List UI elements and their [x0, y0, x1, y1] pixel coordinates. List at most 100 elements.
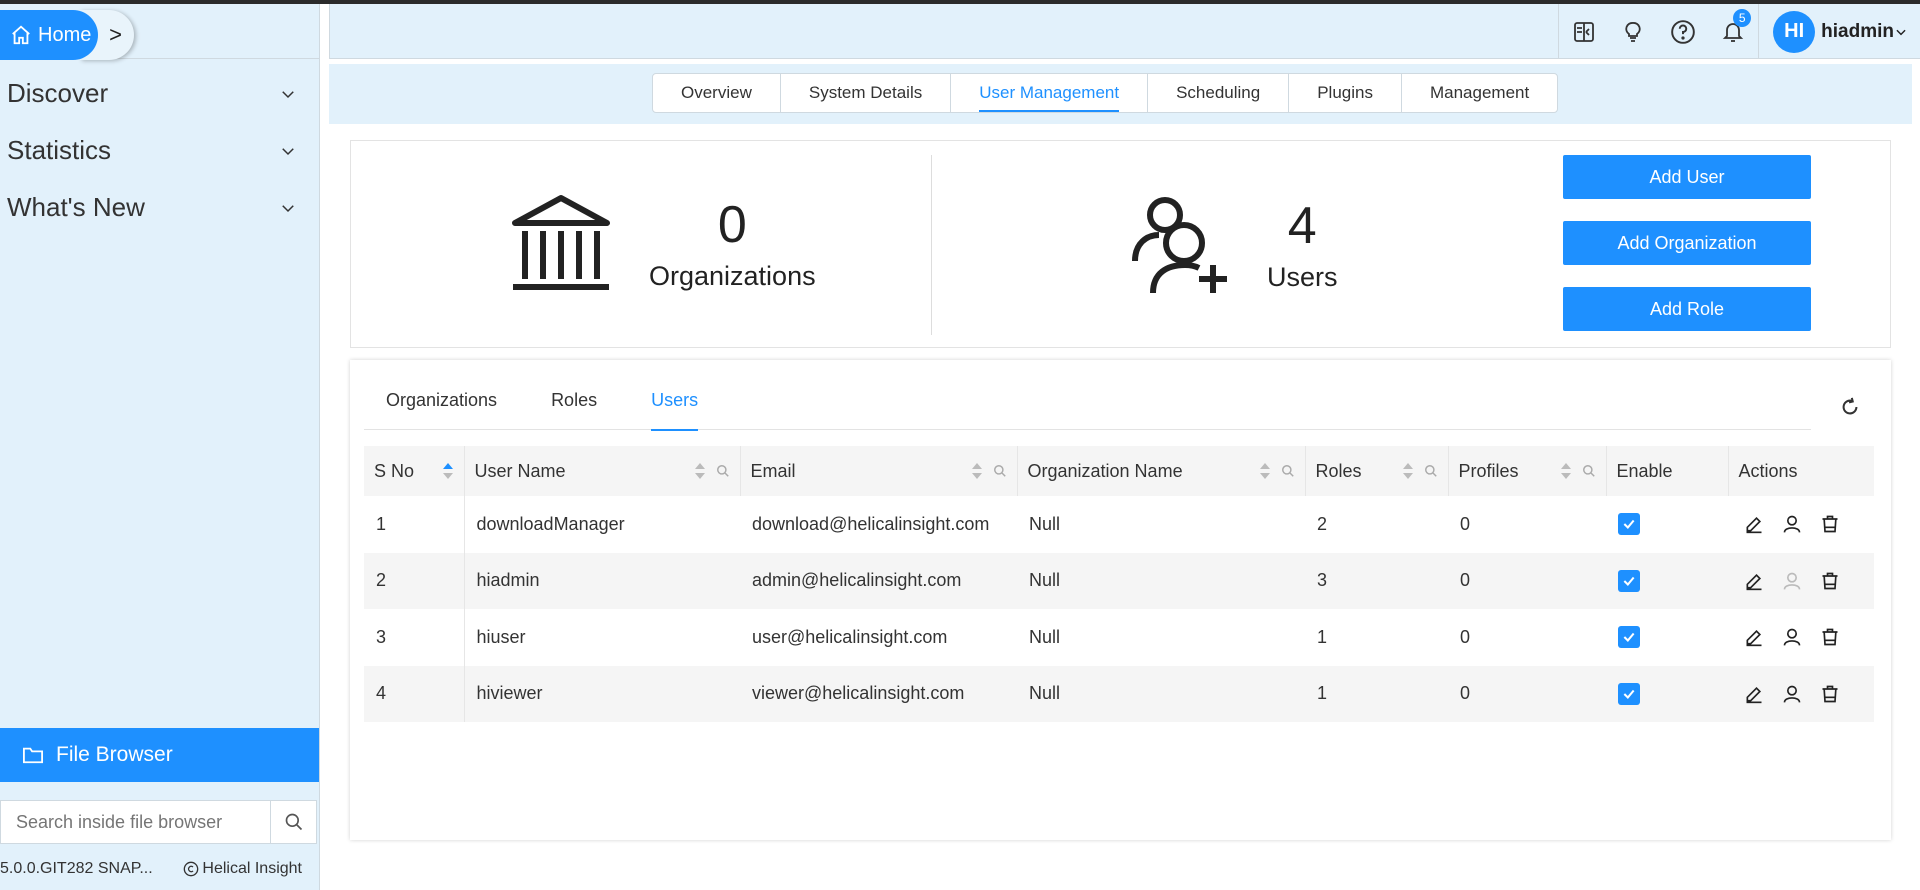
- sidebar: Home > Discover Statistics What's New Fi…: [0, 4, 320, 890]
- user-profile-button[interactable]: [1782, 684, 1802, 704]
- column-header-enable: Enable: [1606, 446, 1729, 496]
- tab-label: Management: [1429, 83, 1530, 102]
- file-browser-button[interactable]: File Browser: [0, 728, 319, 782]
- refresh-button[interactable]: [1839, 396, 1861, 423]
- subtab-label: Roles: [551, 390, 598, 410]
- panel-toggle-button[interactable]: [1558, 4, 1608, 59]
- column-header-username[interactable]: User Name: [464, 446, 741, 496]
- sidebar-item-statistics[interactable]: Statistics: [0, 122, 319, 179]
- check-icon: [1623, 689, 1635, 699]
- user-icon: [1783, 685, 1801, 703]
- delete-user-button[interactable]: [1820, 571, 1840, 591]
- column-header-sno[interactable]: S No: [364, 446, 465, 496]
- tab-plugins[interactable]: Plugins: [1289, 74, 1402, 112]
- delete-user-button[interactable]: [1820, 627, 1840, 647]
- file-browser-search-button[interactable]: [270, 801, 316, 843]
- institution-icon: [512, 195, 610, 290]
- edit-user-button[interactable]: [1744, 684, 1764, 704]
- sidebar-item-discover[interactable]: Discover: [0, 65, 319, 122]
- edit-user-button[interactable]: [1744, 571, 1764, 591]
- enable-checkbox[interactable]: [1618, 513, 1640, 536]
- sort-icon[interactable]: [1560, 462, 1572, 480]
- cell-sno: 4: [364, 665, 465, 722]
- tab-user-management[interactable]: User Management: [951, 74, 1149, 112]
- edit-user-button[interactable]: [1744, 627, 1764, 647]
- tab-scheduling[interactable]: Scheduling: [1148, 74, 1290, 112]
- sidebar-item-label: Statistics: [7, 135, 112, 165]
- search-icon: [285, 813, 302, 831]
- subtab-users[interactable]: Users: [629, 382, 720, 431]
- tab-management[interactable]: Management: [1402, 74, 1557, 112]
- tab-label: Plugins: [1317, 83, 1373, 102]
- subtab-label: Users: [651, 390, 699, 410]
- column-header-organization[interactable]: Organization Name: [1017, 446, 1306, 496]
- trash-icon: [1822, 685, 1838, 703]
- home-button[interactable]: Home: [0, 10, 98, 60]
- users-label: Users: [1267, 261, 1338, 292]
- chevron-down-icon: [1896, 29, 1906, 35]
- sort-icon[interactable]: [694, 462, 706, 480]
- user-icon: [1783, 628, 1801, 646]
- notifications-button[interactable]: 5: [1708, 4, 1758, 59]
- sort-icon[interactable]: [1402, 462, 1414, 480]
- header-label: Enable: [1616, 460, 1673, 481]
- breadcrumb: Home >: [0, 4, 319, 60]
- cell-username: hiuser: [476, 626, 526, 647]
- column-header-roles[interactable]: Roles: [1305, 446, 1449, 496]
- cell-username: hiadmin: [464, 552, 740, 609]
- delete-user-button[interactable]: [1820, 684, 1840, 704]
- user-profile-button-disabled: [1782, 571, 1802, 591]
- enable-checkbox[interactable]: [1618, 682, 1640, 705]
- edit-user-button[interactable]: [1744, 514, 1764, 534]
- file-browser-search-input[interactable]: [1, 801, 270, 843]
- tab-label: Scheduling: [1176, 83, 1261, 102]
- search-icon[interactable]: [1424, 464, 1438, 478]
- home-label: Home: [38, 23, 92, 46]
- user-icon: [1783, 572, 1801, 590]
- user-menu[interactable]: HI hiadmin: [1758, 4, 1920, 59]
- sort-icon[interactable]: [1259, 462, 1271, 480]
- cell-organization: Null: [1017, 665, 1305, 722]
- help-button[interactable]: [1658, 4, 1708, 59]
- header-label: Organization Name: [1027, 460, 1183, 481]
- cell-profiles: 0: [1448, 665, 1606, 722]
- add-role-button[interactable]: Add Role: [1563, 287, 1811, 331]
- enable-checkbox[interactable]: [1618, 569, 1640, 592]
- cell-organization: Null: [1017, 552, 1305, 609]
- column-header-email[interactable]: Email: [740, 446, 1018, 496]
- search-icon[interactable]: [993, 464, 1007, 478]
- copyright-icon: [184, 861, 199, 877]
- table-row: 1 downloadManager download@helicalinsigh…: [364, 496, 1874, 553]
- tab-label: Overview: [681, 83, 752, 102]
- delete-user-button[interactable]: [1820, 514, 1840, 534]
- subtab-organizations[interactable]: Organizations: [364, 382, 519, 430]
- sidebar-item-label: Discover: [7, 78, 109, 108]
- user-profile-button[interactable]: [1782, 514, 1802, 534]
- cell-profiles: 0: [1448, 552, 1606, 609]
- search-icon[interactable]: [1281, 464, 1295, 478]
- sort-icon[interactable]: [971, 462, 983, 480]
- panel-layout-icon: [1573, 21, 1594, 42]
- sort-icon[interactable]: [442, 462, 454, 480]
- header-label: Email: [750, 460, 796, 481]
- search-icon[interactable]: [1582, 464, 1596, 478]
- refresh-icon: [1842, 397, 1858, 415]
- search-icon[interactable]: [716, 464, 730, 478]
- tab-overview[interactable]: Overview: [653, 74, 781, 112]
- column-header-profiles[interactable]: Profiles: [1448, 446, 1607, 496]
- tab-system-details[interactable]: System Details: [781, 74, 952, 112]
- check-icon: [1623, 520, 1635, 530]
- cell-roles: 1: [1317, 626, 1328, 647]
- subtab-roles[interactable]: Roles: [529, 382, 619, 430]
- organizations-summary: 0 Organizations: [509, 193, 816, 293]
- column-header-actions: Actions: [1728, 446, 1874, 496]
- user-profile-button[interactable]: [1782, 627, 1802, 647]
- add-organization-button[interactable]: Add Organization: [1563, 221, 1811, 265]
- tab-label: User Management: [979, 83, 1120, 102]
- cell-roles: 1: [1305, 665, 1448, 722]
- main-content: Overview System Details User Management …: [329, 64, 1912, 890]
- sidebar-item-whats-new[interactable]: What's New: [0, 179, 319, 236]
- enable-checkbox[interactable]: [1618, 626, 1640, 649]
- add-user-button[interactable]: Add User: [1563, 155, 1811, 199]
- tips-button[interactable]: [1608, 4, 1658, 59]
